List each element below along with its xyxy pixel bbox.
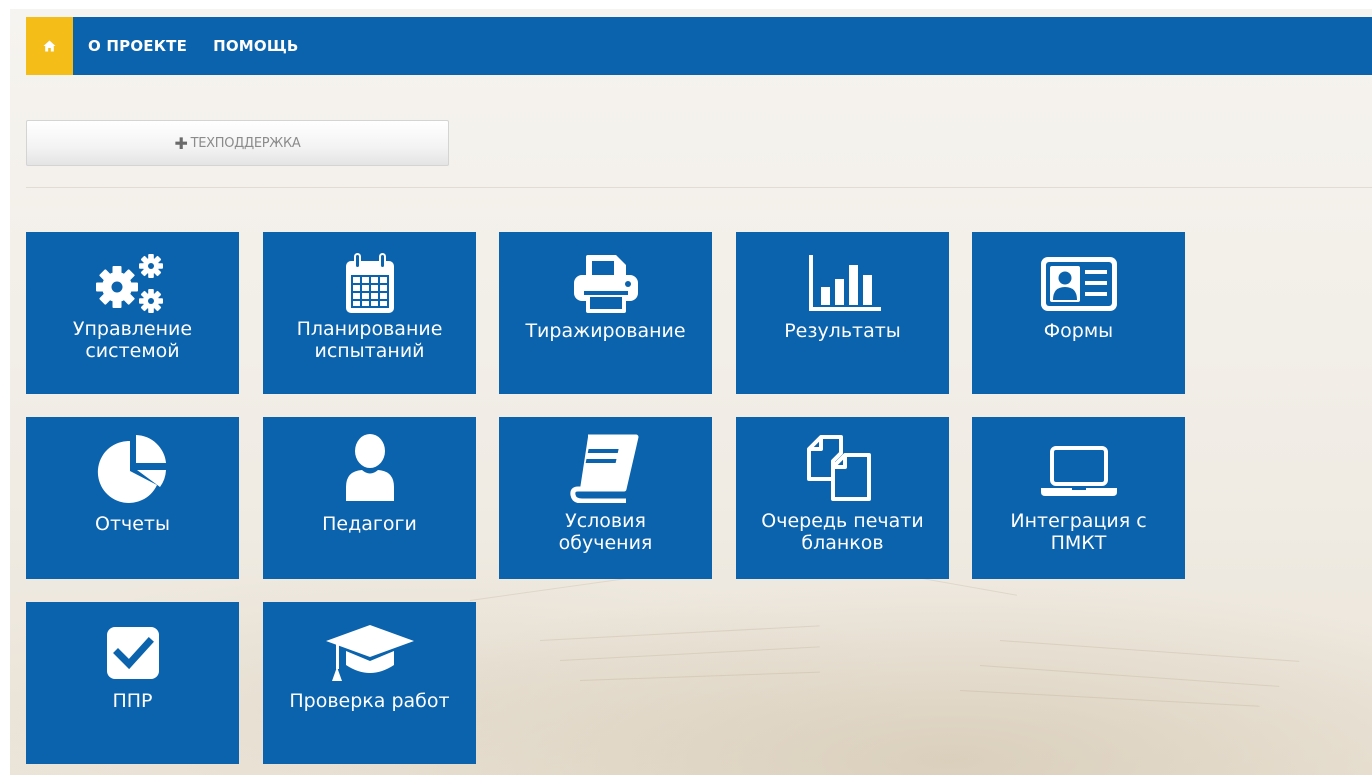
tile-label: Формы — [1043, 320, 1114, 342]
graduation-cap-icon — [325, 625, 414, 681]
checkbox-icon — [106, 627, 159, 679]
laptop-icon — [1040, 446, 1117, 496]
tile-label: Тиражирование — [525, 320, 686, 342]
home-button[interactable] — [26, 17, 73, 75]
tile-label: Результаты — [784, 320, 901, 342]
calendar-icon — [345, 253, 394, 313]
tile-label: Планирование испытаний — [296, 318, 443, 362]
pie-chart-icon — [97, 435, 166, 503]
printer-icon — [573, 255, 638, 313]
copy-icon — [806, 435, 871, 501]
bar-chart-icon — [808, 255, 881, 311]
tile-label: Управление системой — [72, 318, 193, 362]
tile-system-management[interactable]: Управление системой — [26, 232, 239, 394]
nav-link-about[interactable]: О ПРОЕКТЕ — [88, 37, 187, 55]
gears-icon — [95, 254, 163, 313]
home-icon — [43, 40, 56, 52]
window-top-edge — [0, 0, 1372, 9]
id-card-icon — [1040, 257, 1117, 311]
tile-label: Проверка работ — [289, 690, 450, 712]
book-icon — [569, 434, 638, 503]
tile-results[interactable]: Результаты — [736, 232, 949, 394]
window-left-edge — [0, 0, 10, 775]
tile-pmkt-integration[interactable]: Интеграция с ПМКТ — [972, 417, 1185, 579]
tile-label: Педагоги — [322, 513, 417, 535]
tile-label: Очередь печати бланков — [761, 510, 924, 554]
tile-label: ППР — [112, 690, 153, 712]
nav-link-help[interactable]: ПОМОЩЬ — [213, 37, 299, 55]
divider — [26, 187, 1372, 188]
tile-work-check[interactable]: Проверка работ — [263, 602, 476, 764]
support-button-label: ТЕХПОДДЕРЖКА — [190, 135, 301, 151]
tile-label: Условия обучения — [558, 510, 653, 554]
tile-forms[interactable]: Формы — [972, 232, 1185, 394]
user-icon — [345, 434, 394, 501]
tile-teachers[interactable]: Педагоги — [263, 417, 476, 579]
tile-reports[interactable]: Отчеты — [26, 417, 239, 579]
top-navbar: О ПРОЕКТЕ ПОМОЩЬ — [26, 17, 1372, 75]
tile-ppr[interactable]: ППР — [26, 602, 239, 764]
tile-learning-conditions[interactable]: Условия обучения — [499, 417, 712, 579]
tile-test-planning[interactable]: Планирование испытаний — [263, 232, 476, 394]
plus-icon: ✚ — [174, 133, 188, 153]
tile-label: Интеграция с ПМКТ — [1010, 510, 1147, 554]
tile-replication[interactable]: Тиражирование — [499, 232, 712, 394]
tile-label: Отчеты — [94, 513, 170, 535]
tile-print-queue[interactable]: Очередь печати бланков — [736, 417, 949, 579]
support-button[interactable]: ✚ ТЕХПОДДЕРЖКА — [26, 120, 449, 166]
